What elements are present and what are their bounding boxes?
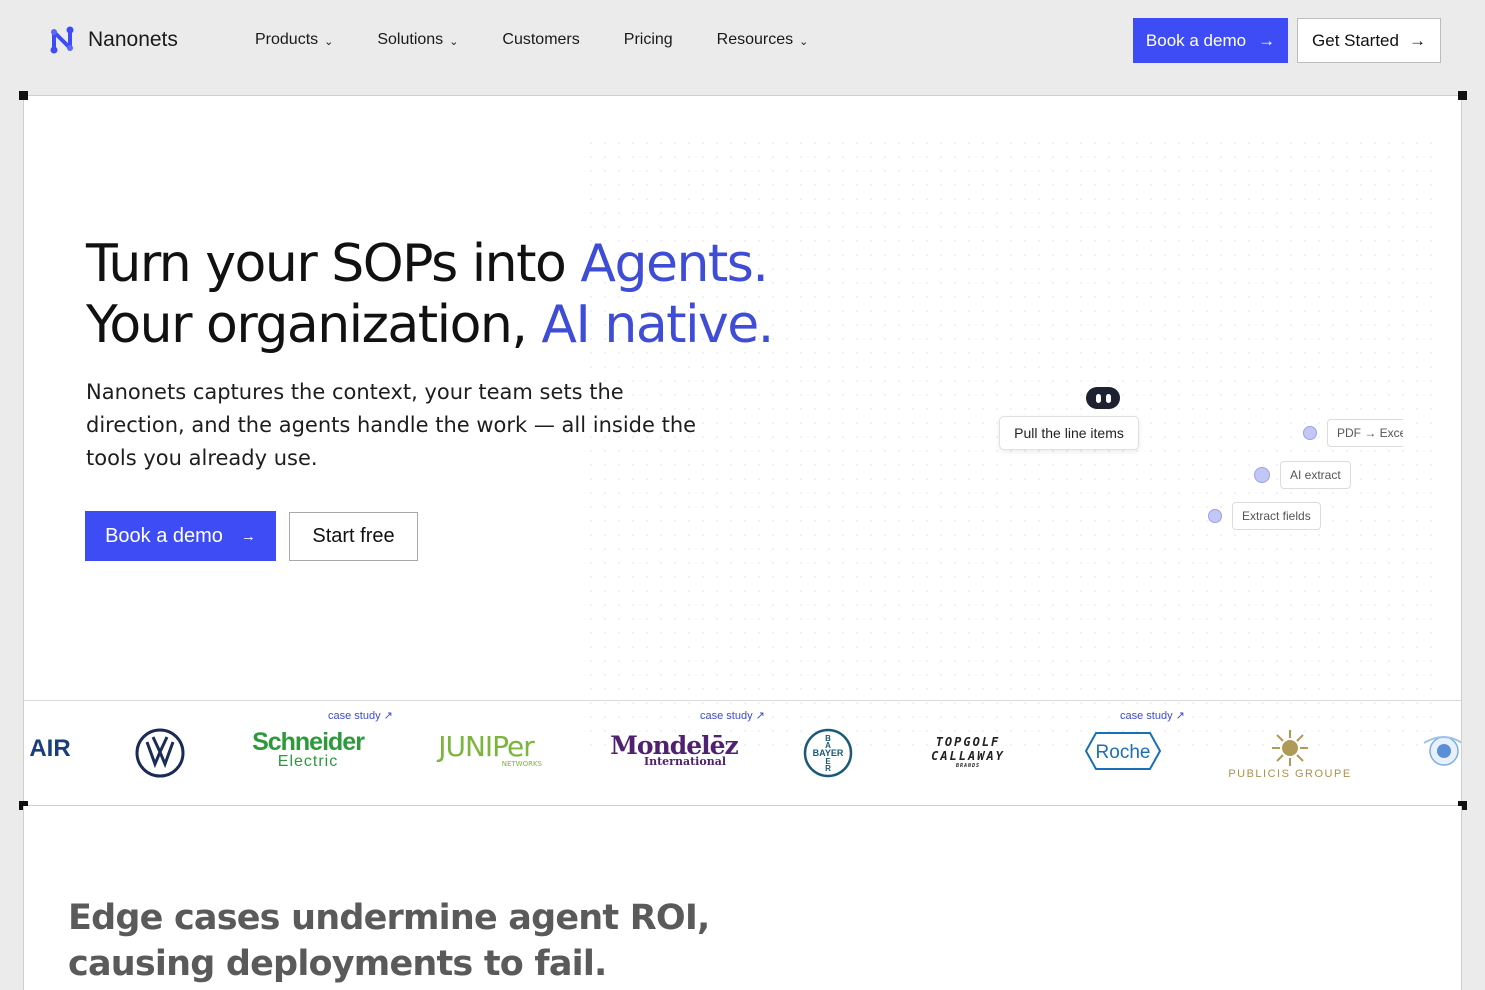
menu-pricing[interactable]: Pricing — [624, 31, 673, 49]
logo-juniper: JUNIPer NETWORKS — [438, 730, 542, 769]
step-node-icon — [1254, 467, 1270, 483]
arrow-right-icon: → — [240, 527, 256, 545]
resize-handle-top-left[interactable] — [19, 91, 28, 100]
workflow-step-label: PDF → Exce — [1327, 419, 1403, 447]
customer-logo-strip: case study ↗ case study ↗ case study ↗ A… — [24, 700, 1461, 806]
hero-book-demo-label: Book a demo — [105, 524, 223, 547]
nav-book-demo-button[interactable]: Book a demo → — [1133, 18, 1288, 63]
hero-subtitle: Nanonets captures the context, your team… — [86, 380, 697, 470]
emblem-icon — [1423, 736, 1461, 766]
nav-get-started-label: Get Started — [1312, 30, 1399, 50]
chevron-down-icon: ⌄ — [799, 35, 809, 48]
roche-hexagon-icon: Roche — [1084, 732, 1162, 770]
hero-section: Turn your SOPs into Agents. Your organiz… — [23, 95, 1462, 806]
case-study-link[interactable]: case study ↗ — [1120, 709, 1185, 722]
logo-partial-emblem — [1418, 731, 1461, 771]
menu-resources-label: Resources — [716, 31, 794, 48]
menu-customers[interactable]: Customers — [502, 31, 579, 49]
hero-start-free-button[interactable]: Start free — [289, 512, 418, 561]
workflow-step-extract-fields: Extract fields — [1208, 502, 1321, 530]
chevron-down-icon: ⌄ — [324, 35, 334, 48]
step-node-icon — [1303, 426, 1317, 440]
main-menu: Products ⌄ Solutions ⌄ Customers Pricing R… — [255, 31, 808, 49]
bayer-cross-icon: BAYER B A E R — [803, 728, 853, 778]
svg-text:Roche: Roche — [1096, 742, 1151, 763]
menu-products[interactable]: Products ⌄ — [255, 31, 333, 49]
top-nav: Nanonets Products ⌄ Solutions ⌄ Customers … — [0, 0, 1485, 82]
logo-air: AIR — [29, 735, 71, 762]
menu-solutions[interactable]: Solutions ⌄ — [377, 31, 458, 49]
menu-products-label: Products — [255, 31, 319, 48]
step-node-icon — [1208, 509, 1222, 523]
nav-get-started-button[interactable]: Get Started → — [1297, 18, 1441, 63]
edge-cases-title-line1: Edge cases undermine agent ROI, — [68, 898, 710, 938]
arrow-right-icon: → — [1258, 30, 1276, 50]
menu-solutions-label: Solutions — [377, 31, 444, 48]
agent-bot-icon — [1086, 387, 1120, 409]
menu-resources[interactable]: Resources ⌄ — [717, 31, 809, 49]
hero-title: Turn your SOPs into Agents. Your organiz… — [86, 234, 774, 356]
logo-publicis-groupe: PUBLICIS GROUPE — [1222, 725, 1358, 783]
workflow-step-pdf: PDF → Exce — [1303, 419, 1403, 447]
workflow-step-ai-extract: AI extract — [1254, 461, 1351, 489]
hero-start-free-label: Start free — [312, 525, 395, 547]
hero-title-accent2: AI native. — [541, 295, 774, 355]
volkswagen-icon — [135, 728, 185, 778]
menu-pricing-label: Pricing — [623, 31, 673, 48]
brand-logo[interactable]: Nanonets — [48, 24, 178, 56]
chevron-down-icon: ⌄ — [449, 35, 459, 48]
svg-text:A: A — [825, 741, 831, 750]
logo-volkswagen — [135, 728, 185, 778]
hero-title-line1: Turn your SOPs into — [86, 234, 581, 294]
arrow-right-icon: → — [1408, 30, 1426, 50]
logo-schneider-electric: Schneider Electric — [252, 728, 365, 771]
hero-title-accent1: Agents. — [580, 234, 769, 294]
brand-name: Nanonets — [88, 28, 178, 51]
edge-cases-section: Edge cases undermine agent ROI, causing … — [23, 806, 1462, 990]
hero-title-line2: Your organization, — [86, 295, 542, 355]
nanonets-logo-icon — [50, 26, 74, 54]
resize-handle-top-right[interactable] — [1458, 91, 1467, 100]
svg-text:R: R — [825, 764, 831, 773]
logo-topgolf-callaway: TOPGOLF CALLAWAY BRANDS — [931, 735, 1005, 769]
edge-cases-title-line2: causing deployments to fail. — [68, 944, 607, 984]
edge-cases-title: Edge cases undermine agent ROI, causing … — [68, 895, 710, 987]
lion-emblem-icon — [1272, 730, 1308, 766]
hero-book-demo-button[interactable]: Book a demo → — [85, 511, 276, 561]
menu-customers-label: Customers — [502, 31, 580, 48]
workflow-step-label: AI extract — [1280, 461, 1351, 489]
logo-roche: Roche — [1084, 731, 1162, 771]
logo-mondelez: Mondelēz International — [610, 731, 739, 768]
nav-book-demo-label: Book a demo — [1145, 30, 1247, 50]
workflow-step-label: Extract fields — [1232, 502, 1321, 530]
agent-speech-bubble: Pull the line items — [999, 416, 1139, 450]
case-study-link[interactable]: case study ↗ — [700, 709, 765, 722]
logo-bayer: BAYER B A E R — [803, 728, 853, 778]
case-study-link[interactable]: case study ↗ — [328, 709, 393, 722]
